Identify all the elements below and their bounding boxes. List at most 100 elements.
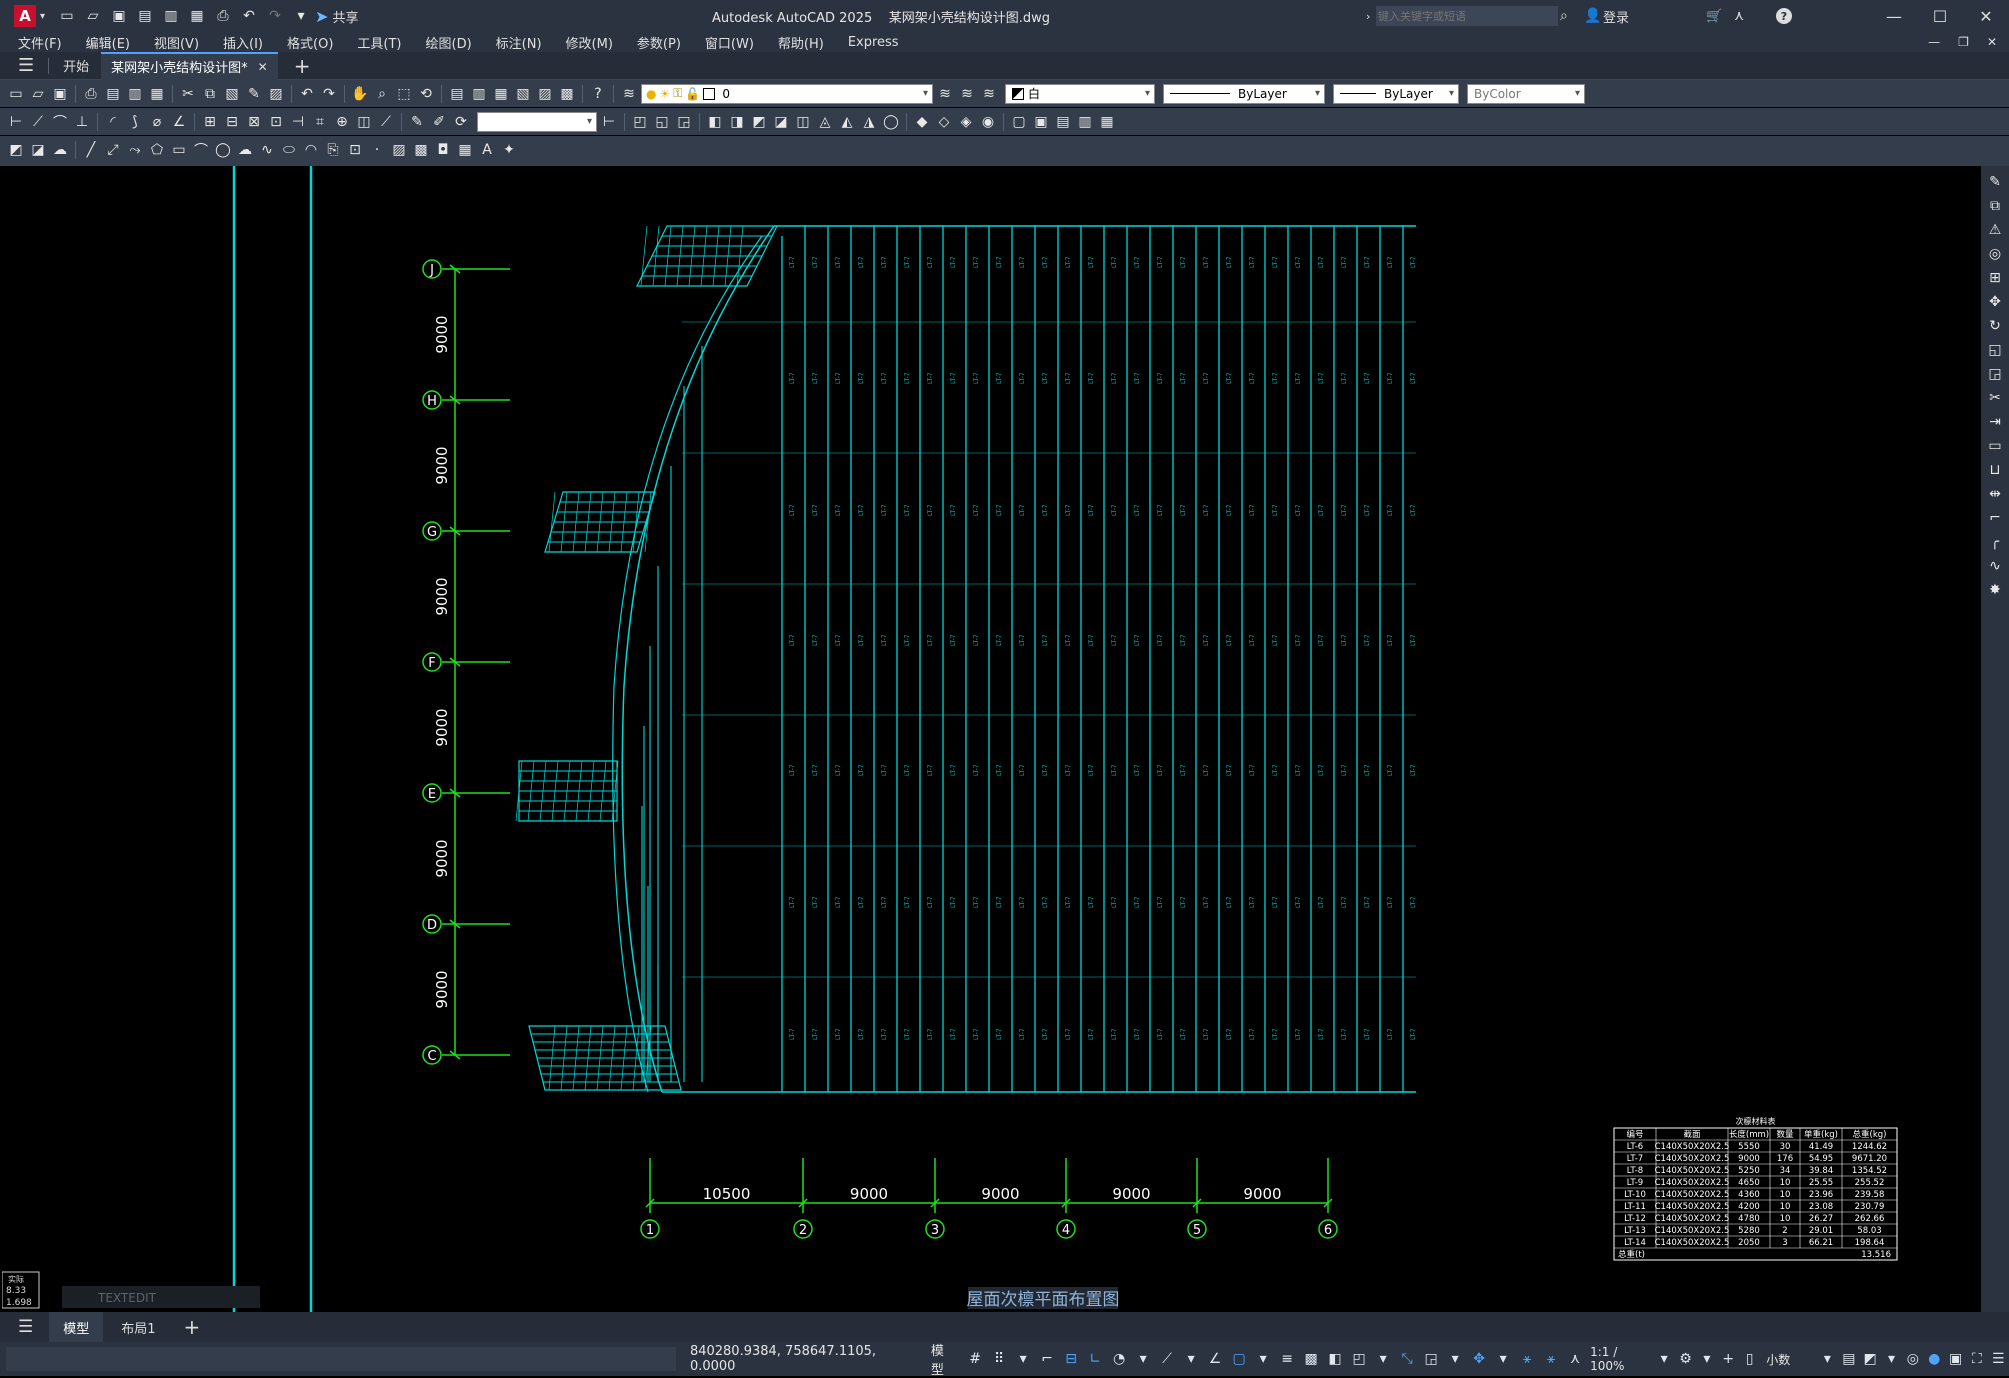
isodraft-icon[interactable]: ⟋ <box>1156 1348 1178 1370</box>
search-input[interactable] <box>1376 6 1558 26</box>
solid-planar-icon[interactable]: ◯ <box>881 112 901 132</box>
drawing-canvas[interactable]: J 9000 H 9000 G 9000 F 9000 E 9000 D 9000 C 1 10500 2 90… <box>2 166 1981 1312</box>
dropdown-chevron-icon[interactable]: ▾ <box>1881 1348 1902 1370</box>
quick-properties-icon[interactable]: ▤ <box>1838 1348 1859 1370</box>
menu-dimension[interactable]: 标注(N) <box>484 33 554 52</box>
rotate-icon[interactable]: ↻ <box>1985 316 2005 336</box>
point-icon[interactable]: · <box>367 140 387 160</box>
dim-angular-icon[interactable]: ∠ <box>169 112 189 132</box>
object-snap-icon[interactable]: ▢ <box>1228 1348 1250 1370</box>
trim-icon[interactable]: ✂ <box>1985 388 2005 408</box>
sun-icon[interactable]: ☀ <box>659 87 670 101</box>
menu-help[interactable]: 帮助(H) <box>766 33 836 52</box>
menu-tools[interactable]: 工具(T) <box>345 33 413 52</box>
menu-view[interactable]: 视图(V) <box>142 33 211 52</box>
construction-line-icon[interactable]: ⤢ <box>103 140 123 160</box>
view-top-icon[interactable]: ◰ <box>630 112 650 132</box>
dim-ordinate-icon[interactable]: ⊥ <box>72 112 92 132</box>
coordinate-readout[interactable]: 840280.9384, 758647.1105, 0.0000 <box>690 1344 919 1374</box>
spline-icon[interactable]: ∿ <box>257 140 277 160</box>
print-icon[interactable]: ⎙ <box>213 6 233 26</box>
doc-minimize-button[interactable]: — <box>1928 35 1940 49</box>
plotstyle-dropdown[interactable]: ByColor ▾ <box>1467 83 1585 104</box>
workspace-gear-icon[interactable]: ⚙ <box>1675 1348 1696 1370</box>
dim-baseline-icon[interactable]: ⊟ <box>222 112 242 132</box>
line-icon[interactable]: ╱ <box>81 140 101 160</box>
dropdown-chevron-icon[interactable]: ▾ <box>1252 1348 1274 1370</box>
dropdown-chevron-icon[interactable]: ▾ <box>1132 1348 1154 1370</box>
paste-icon[interactable]: ▧ <box>222 84 242 104</box>
dropdown-chevron-icon[interactable]: ▾ <box>1180 1348 1202 1370</box>
blend-icon[interactable]: ∿ <box>1985 556 2005 576</box>
tab-active-drawing[interactable]: 某网架小壳结构设计图* ✕ <box>101 51 278 80</box>
gizmo-icon[interactable]: ✥ <box>1468 1348 1490 1370</box>
new-tab-icon[interactable]: + <box>294 54 311 78</box>
auto-scale-icon[interactable]: ⚹ <box>1540 1348 1562 1370</box>
command-line[interactable] <box>6 1347 676 1371</box>
dim-jogged-icon[interactable]: ⟆ <box>125 112 145 132</box>
zoom-realtime-icon[interactable]: ⌕ <box>372 84 392 104</box>
linetype-dropdown[interactable]: ByLayer ▾ <box>1163 83 1325 104</box>
dynamic-input-icon[interactable]: ⊟ <box>1060 1348 1082 1370</box>
redo-icon[interactable]: ↷ <box>265 6 285 26</box>
dim-radius-icon[interactable]: ◜ <box>103 112 123 132</box>
make-current-icon[interactable]: ≋ <box>935 84 955 104</box>
dim-space-icon[interactable]: ⊡ <box>266 112 286 132</box>
menu-window[interactable]: 窗口(W) <box>693 33 766 52</box>
break-point-icon[interactable]: ▭ <box>1985 436 2005 456</box>
dropdown-chevron-icon[interactable]: ▾ <box>1492 1348 1514 1370</box>
new-file-icon[interactable]: ▭ <box>57 6 77 26</box>
tab-start[interactable]: 开始 <box>63 56 89 75</box>
calculator-icon[interactable]: ▩ <box>557 84 577 104</box>
save-icon[interactable]: ▣ <box>109 6 129 26</box>
customization-icon[interactable]: ☰ <box>1988 1348 2009 1370</box>
solid-sphere-icon[interactable]: ◪ <box>771 112 791 132</box>
revolve-icon[interactable]: ◇ <box>934 112 954 132</box>
region-icon[interactable]: ◘ <box>433 140 453 160</box>
plot-icon[interactable]: ⎙ <box>81 84 101 104</box>
layer-manager-icon[interactable]: ≋ <box>619 84 639 104</box>
lock-icon[interactable]: 🔓 <box>685 87 700 101</box>
dynamic-ucs-icon[interactable]: ⤡ <box>1396 1348 1418 1370</box>
break-icon[interactable]: ⊔ <box>1985 460 2005 480</box>
move-icon[interactable]: ✥ <box>1985 292 2005 312</box>
dim-break-icon[interactable]: ⊣ <box>288 112 308 132</box>
ortho-icon[interactable]: ∟ <box>1084 1348 1106 1370</box>
login-button[interactable]: 登录 <box>1603 7 1629 26</box>
connect-icon[interactable]: ⋏ <box>1734 8 1744 24</box>
hatch-icon[interactable]: ▨ <box>389 140 409 160</box>
markup-icon[interactable]: ▨ <box>535 84 555 104</box>
doc-close-button[interactable]: ✕ <box>1987 35 1997 49</box>
lineweight-dropdown[interactable]: ByLayer ▾ <box>1333 83 1459 104</box>
annotation-scale-icon[interactable]: ⋏ <box>1564 1348 1586 1370</box>
mirror-icon[interactable]: ⚠ <box>1985 220 2005 240</box>
block-editor-icon[interactable]: ▨ <box>266 84 286 104</box>
intersect-icon[interactable]: ▤ <box>1053 112 1073 132</box>
menu-format[interactable]: 格式(O) <box>275 33 345 52</box>
search-icon[interactable]: ⌕ <box>1560 8 1568 24</box>
solid-torus-icon[interactable]: ◬ <box>815 112 835 132</box>
preview-icon[interactable]: ▤ <box>103 84 123 104</box>
menu-file[interactable]: 文件(F) <box>6 33 74 52</box>
join-icon[interactable]: ⇹ <box>1985 484 2005 504</box>
save-tool-icon[interactable]: ▣ <box>50 84 70 104</box>
dropdown-chevron-icon[interactable]: ▾ <box>1696 1348 1717 1370</box>
arc-icon[interactable]: ⌒ <box>191 140 211 160</box>
stretch-icon[interactable]: ◲ <box>1985 364 2005 384</box>
dropdown-chevron-icon[interactable]: ▾ <box>1653 1348 1674 1370</box>
scale-icon[interactable]: ◱ <box>1985 340 2005 360</box>
inspect-icon[interactable]: ◫ <box>354 112 374 132</box>
layer-previous-icon[interactable]: ≋ <box>957 84 977 104</box>
ellipse-icon[interactable]: ⬭ <box>279 140 299 160</box>
help-tool-icon[interactable]: ? <box>588 84 608 104</box>
infer-constraints-icon[interactable]: ⌐ <box>1036 1348 1058 1370</box>
help-icon[interactable]: ? <box>1776 8 1792 24</box>
table-icon[interactable]: ▦ <box>455 140 475 160</box>
jogged-linear-icon[interactable]: ⟋ <box>376 112 396 132</box>
rectangle-icon[interactable]: ▭ <box>169 140 189 160</box>
menu-parametric[interactable]: 参数(P) <box>625 33 693 52</box>
revcloud-icon[interactable]: ☁ <box>235 140 255 160</box>
mtext-icon[interactable]: A <box>477 140 497 160</box>
app-menu-chevron-icon[interactable]: ▾ <box>40 11 45 22</box>
properties-icon[interactable]: ▤ <box>447 84 467 104</box>
